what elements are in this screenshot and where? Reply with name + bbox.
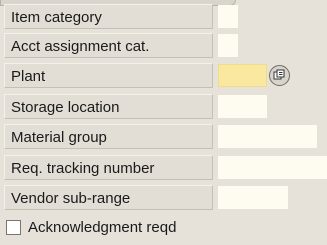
storage-location-field[interactable] bbox=[218, 95, 267, 118]
acct-assignment-field[interactable] bbox=[218, 34, 238, 57]
item-category-field[interactable] bbox=[218, 5, 238, 28]
acct-assignment-label: Acct assignment cat. bbox=[4, 33, 213, 58]
value-help-glyph bbox=[273, 69, 285, 80]
plant-field[interactable] bbox=[218, 64, 267, 87]
material-group-label: Material group bbox=[4, 124, 213, 149]
vendor-sub-range-field[interactable] bbox=[218, 186, 288, 209]
vendor-sub-range-label: Vendor sub-range bbox=[4, 185, 213, 210]
value-help-icon[interactable] bbox=[269, 65, 290, 86]
plant-label: Plant bbox=[4, 63, 213, 88]
req-tracking-label: Req. tracking number bbox=[4, 155, 213, 180]
acknowledgment-label[interactable]: Acknowledgment reqd bbox=[28, 218, 176, 238]
req-tracking-field[interactable] bbox=[218, 156, 327, 179]
storage-location-label: Storage location bbox=[4, 94, 213, 119]
item-category-label: Item category bbox=[4, 4, 213, 29]
material-group-field[interactable] bbox=[218, 125, 317, 148]
acknowledgment-checkbox[interactable] bbox=[6, 220, 21, 235]
